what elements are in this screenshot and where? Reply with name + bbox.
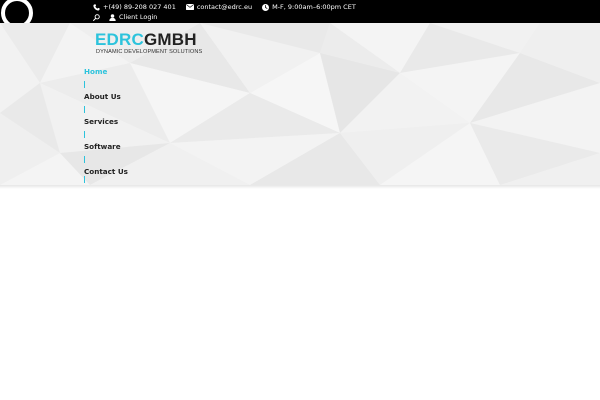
nav-item-contact-us[interactable]: Contact Us <box>84 156 164 185</box>
nav-label-home: Home <box>84 67 108 76</box>
nav-divider <box>84 156 85 163</box>
client-login-link[interactable]: Client Login <box>109 13 157 21</box>
nav-item-software[interactable]: Software <box>84 131 164 163</box>
clock-icon <box>262 3 270 11</box>
edrc-logo[interactable]: EDRCGMBH DYNAMIC DEVELOPMENT SOLUTIONS <box>95 31 205 57</box>
nav-label-services: Services <box>84 117 119 126</box>
phone-number: +(49) 89-208 027 401 <box>103 3 176 11</box>
nav-label-contact-us: Contact Us <box>84 167 128 176</box>
logo-gmbh: GMBH <box>143 30 197 49</box>
contact-info-row: +(49) 89-208 027 401 contact@edrc.eu M-F… <box>93 2 366 12</box>
nav-item-about-us[interactable]: About Us <box>84 81 164 113</box>
email-address: contact@edrc.eu <box>196 3 253 11</box>
phone-contact[interactable]: +(49) 89-208 027 401 <box>93 3 176 11</box>
top-info-bar: +(49) 89-208 027 401 contact@edrc.eu M-F… <box>0 0 600 29</box>
nav-divider <box>84 131 85 138</box>
nav-divider <box>84 176 85 183</box>
logo-wordmark: EDRCGMBH <box>95 31 197 48</box>
page: +(49) 89-208 027 401 contact@edrc.eu M-F… <box>0 0 600 400</box>
utility-row: Client Login <box>93 12 157 22</box>
envelope-icon <box>185 4 194 10</box>
client-login-label: Client Login <box>119 13 158 21</box>
email-contact[interactable]: contact@edrc.eu <box>185 3 253 11</box>
logo-tagline: DYNAMIC DEVELOPMENT SOLUTIONS <box>96 49 203 55</box>
nav-label-about-us: About Us <box>84 92 121 101</box>
business-hours: M-F, 9:00am–6:00pm CET <box>262 3 356 11</box>
nav-item-home[interactable]: Home <box>84 63 164 88</box>
logo-edrc: EDRC <box>95 30 144 49</box>
main-navigation: Home About Us Services Software Contact … <box>84 63 164 185</box>
nav-divider <box>84 81 85 88</box>
nav-divider <box>84 106 85 113</box>
user-icon <box>109 13 116 21</box>
nav-item-services[interactable]: Services <box>84 106 164 138</box>
phone-icon <box>93 3 100 11</box>
search-button[interactable] <box>93 13 100 21</box>
nav-label-software: Software <box>84 142 121 151</box>
hours-text: M-F, 9:00am–6:00pm CET <box>272 3 356 11</box>
site-header: EDRCGMBH DYNAMIC DEVELOPMENT SOLUTIONS H… <box>0 23 600 185</box>
main-content-area <box>0 189 600 400</box>
search-icon <box>93 13 100 21</box>
